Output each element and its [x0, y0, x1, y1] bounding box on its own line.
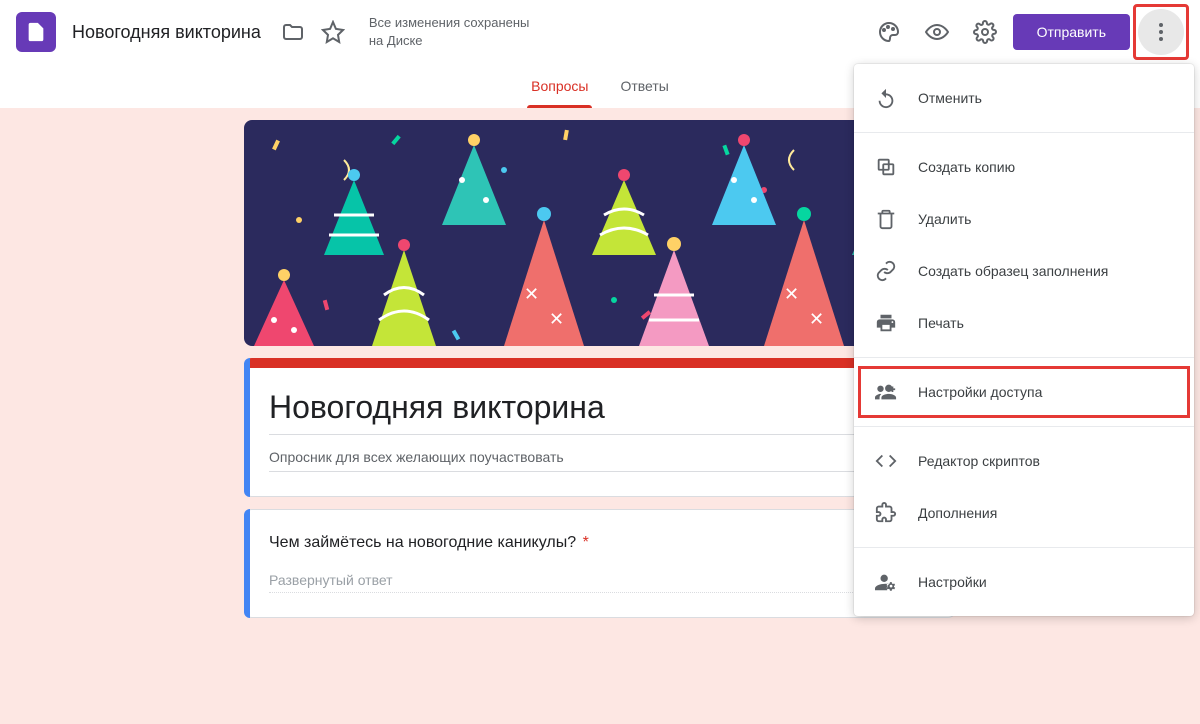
menu-item-delete[interactable]: Удалить — [854, 193, 1194, 245]
person-settings-icon — [874, 570, 898, 594]
menu-item-settings[interactable]: Настройки — [854, 556, 1194, 608]
menu-label: Настройки доступа — [918, 384, 1042, 400]
card-accent-left — [244, 358, 250, 497]
menu-separator — [854, 357, 1194, 358]
form-title-card[interactable]: Новогодняя викторина Опросник для всех ж… — [244, 358, 956, 497]
puzzle-icon — [874, 501, 898, 525]
svg-text:✕: ✕ — [784, 284, 799, 304]
menu-item-copy[interactable]: Создать копию — [854, 141, 1194, 193]
question-card[interactable]: Чем займётесь на новогодние каникулы? * … — [244, 509, 956, 618]
menu-separator — [854, 547, 1194, 548]
form-title-input[interactable]: Новогодняя викторина — [269, 381, 931, 435]
svg-text:✕: ✕ — [549, 309, 564, 329]
question-title[interactable]: Чем займётесь на новогодние каникулы? * — [269, 534, 931, 552]
menu-label: Отменить — [918, 90, 982, 106]
long-answer-placeholder: Развернутый ответ — [269, 572, 931, 593]
header: Новогодняя викторина Все изменения сохра… — [0, 0, 1200, 64]
trash-icon — [874, 207, 898, 231]
forms-logo[interactable] — [16, 12, 56, 52]
tab-responses[interactable]: Ответы — [604, 64, 684, 108]
menu-item-sharing[interactable]: Настройки доступа — [854, 366, 1194, 418]
form-header-image[interactable]: ✕ ✕ ✕ ✕ — [244, 120, 956, 346]
required-asterisk: * — [583, 534, 589, 551]
svg-text:✕: ✕ — [809, 309, 824, 329]
menu-item-undo[interactable]: Отменить — [854, 72, 1194, 124]
undo-icon — [874, 86, 898, 110]
star-icon[interactable] — [313, 12, 353, 52]
copy-icon — [874, 155, 898, 179]
card-accent-left — [244, 509, 250, 618]
settings-icon[interactable] — [965, 12, 1005, 52]
form-description-input[interactable]: Опросник для всех желающих поучаствовать — [269, 435, 931, 472]
question-title-text: Чем займётесь на новогодние каникулы? — [269, 534, 576, 551]
more-menu-button[interactable] — [1138, 9, 1184, 55]
menu-item-script-editor[interactable]: Редактор скриптов — [854, 435, 1194, 487]
add-collaborators-icon — [874, 380, 898, 404]
menu-label: Удалить — [918, 211, 971, 227]
move-to-folder-icon[interactable] — [273, 12, 313, 52]
menu-label: Создать копию — [918, 159, 1015, 175]
print-icon — [874, 311, 898, 335]
svg-text:✕: ✕ — [524, 284, 539, 304]
menu-label: Редактор скриптов — [918, 453, 1040, 469]
card-accent-top — [244, 358, 956, 368]
menu-item-addons[interactable]: Дополнения — [854, 487, 1194, 539]
menu-separator — [854, 132, 1194, 133]
menu-label: Дополнения — [918, 505, 997, 521]
theme-icon[interactable] — [869, 12, 909, 52]
document-title[interactable]: Новогодняя викторина — [72, 22, 261, 43]
menu-item-print[interactable]: Печать — [854, 297, 1194, 349]
menu-label: Печать — [918, 315, 964, 331]
menu-separator — [854, 426, 1194, 427]
link-icon — [874, 259, 898, 283]
menu-item-prefill[interactable]: Создать образец заполнения — [854, 245, 1194, 297]
tab-questions[interactable]: Вопросы — [515, 64, 604, 108]
save-status: Все изменения сохранены на Диске — [369, 14, 530, 50]
preview-icon[interactable] — [917, 12, 957, 52]
menu-label: Создать образец заполнения — [918, 263, 1108, 279]
save-status-line1: Все изменения сохранены — [369, 14, 530, 32]
menu-label: Настройки — [918, 574, 987, 590]
code-icon — [874, 449, 898, 473]
header-actions: Отправить — [869, 9, 1184, 55]
send-button[interactable]: Отправить — [1013, 14, 1130, 50]
save-status-line2: на Диске — [369, 32, 530, 50]
more-menu: Отменить Создать копию Удалить Создать о… — [854, 64, 1194, 616]
